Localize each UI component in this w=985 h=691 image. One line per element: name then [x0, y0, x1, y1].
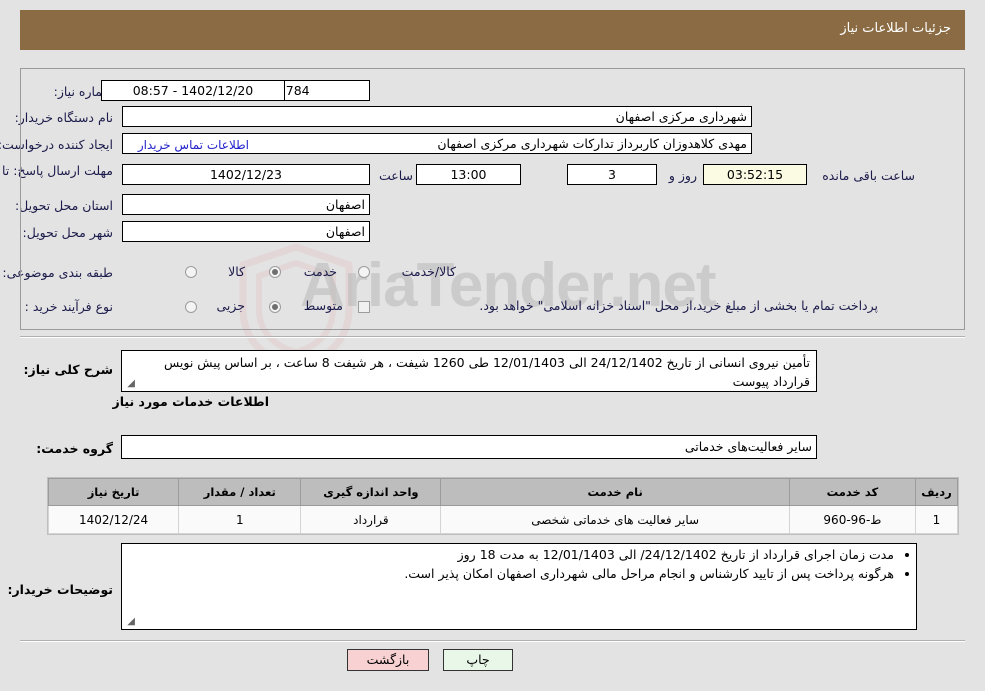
buyer-notes-textarea[interactable]: مدت زمان اجرای قرارداد از تاریخ 24/12/14… [121, 543, 917, 630]
cell-row-number: 1 [914, 505, 959, 534]
services-table-wrapper: ردیف کد خدمت نام خدمت واحد اندازه گیری ت… [47, 477, 959, 535]
print-button[interactable]: چاپ [443, 649, 513, 671]
cell-quantity: 1 [178, 505, 302, 534]
general-description-textarea[interactable]: تأمین نیروی انسانی از تاریخ 24/12/1402 ا… [121, 350, 817, 392]
col-header-quantity: تعداد / مقدار [178, 478, 302, 506]
page-header-bar: جزئیات اطلاعات نیاز [20, 10, 965, 50]
cell-need-date: 1402/12/24 [47, 505, 180, 534]
cell-service-code: ط-96-960 [788, 505, 916, 534]
buyer-note-item: هرگونه پرداخت پس از تایید کارشناس و انجا… [128, 565, 894, 583]
cell-service-name: سایر فعالیت های خدماتی شخصی [440, 505, 790, 534]
divider-1 [20, 336, 965, 338]
col-header-row: ردیف [914, 478, 959, 506]
service-group-label: گروه خدمت: [36, 441, 113, 456]
back-button[interactable]: بازگشت [347, 649, 429, 671]
col-header-service-code: کد خدمت [788, 478, 916, 506]
cell-unit: قرارداد [300, 505, 442, 534]
services-section-heading: اطلاعات خدمات مورد نیاز [112, 394, 270, 409]
resize-handle-icon[interactable]: ◢ [125, 617, 135, 627]
need-info-panel [20, 68, 965, 330]
page-title: جزئیات اطلاعات نیاز [840, 21, 951, 36]
service-group-field[interactable]: سایر فعالیت‌های خدماتی [121, 435, 817, 459]
resize-handle-icon[interactable]: ◢ [125, 379, 135, 389]
col-header-need-date: تاریخ نیاز [47, 478, 180, 506]
general-description-text: تأمین نیروی انسانی از تاریخ 24/12/1402 ا… [163, 355, 810, 389]
buyer-note-item: مدت زمان اجرای قرارداد از تاریخ 24/12/14… [128, 546, 894, 564]
divider-2 [20, 640, 965, 642]
col-header-unit: واحد اندازه گیری [300, 478, 442, 506]
services-table: ردیف کد خدمت نام خدمت واحد اندازه گیری ت… [47, 478, 959, 534]
col-header-service-name: نام خدمت [440, 478, 790, 506]
need-details-page: AriaTender.net جزئیات اطلاعات نیاز شماره… [0, 0, 985, 691]
buyer-notes-list: مدت زمان اجرای قرارداد از تاریخ 24/12/14… [128, 546, 910, 583]
buyer-notes-label: توضیحات خریدار: [7, 582, 113, 597]
table-row[interactable]: 1 ط-96-960 سایر فعالیت های خدماتی شخصی ق… [47, 505, 959, 534]
general-description-label: شرح کلی نیاز: [23, 362, 113, 377]
table-header-row: ردیف کد خدمت نام خدمت واحد اندازه گیری ت… [47, 478, 959, 506]
